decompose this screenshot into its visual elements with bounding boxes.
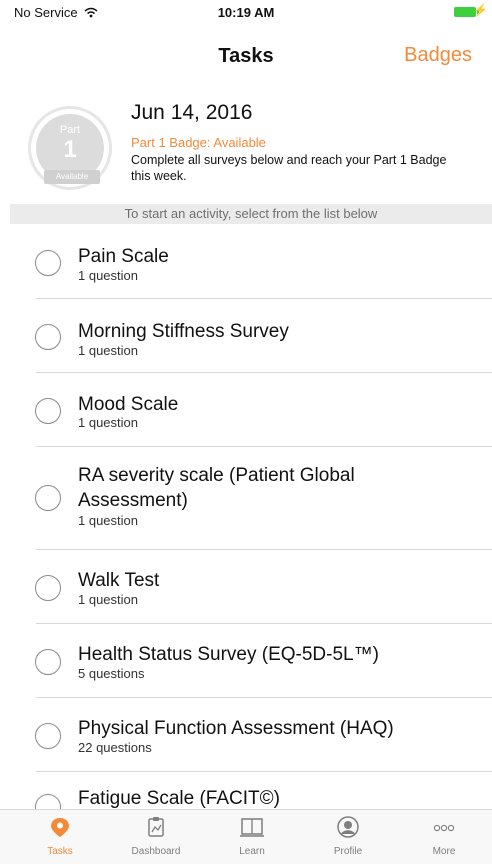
tab-label: Learn <box>239 846 265 857</box>
tab-label: More <box>432 846 456 857</box>
incomplete-circle-icon <box>35 794 61 810</box>
task-subtitle: 22 questions <box>78 740 152 755</box>
tab-more[interactable]: More <box>404 812 484 864</box>
task-item[interactable]: Fatigue Scale (FACIT©) <box>0 772 492 810</box>
task-subtitle: 1 question <box>78 343 138 358</box>
task-subtitle: 1 question <box>78 513 138 528</box>
task-subtitle: 1 question <box>78 592 138 607</box>
incomplete-circle-icon <box>35 250 61 276</box>
badge-part-number: 1 <box>63 136 77 163</box>
map-pin-icon <box>51 818 69 837</box>
task-list: Pain Scale 1 question Morning Stiffness … <box>0 224 492 810</box>
clipboard-icon <box>148 817 164 837</box>
task-title: Morning Stiffness Survey <box>78 321 289 342</box>
task-subtitle: 1 question <box>78 268 138 283</box>
task-item[interactable]: RA severity scale (Patient Global Assess… <box>0 447 492 551</box>
task-item[interactable]: Morning Stiffness Survey 1 question <box>0 299 492 373</box>
tab-label: Profile <box>333 846 363 857</box>
task-title: Walk Test <box>78 570 160 591</box>
incomplete-circle-icon <box>35 398 61 424</box>
incomplete-circle-icon <box>35 485 61 511</box>
task-item[interactable]: Physical Function Assessment (HAQ) 22 qu… <box>0 698 492 772</box>
tab-learn[interactable]: Learn <box>212 812 292 864</box>
task-title: RA severity scale (Patient Global Assess… <box>78 465 355 511</box>
task-title: Fatigue Scale (FACIT©) <box>78 788 280 809</box>
task-item[interactable]: Health Status Survey (EQ-5D-5L™) 5 quest… <box>0 624 492 698</box>
tab-label: Dashboard <box>131 846 181 857</box>
incomplete-circle-icon <box>35 649 61 675</box>
instruction-banner: To start an activity, select from the li… <box>10 204 492 224</box>
badge-date: Jun 14, 2016 <box>131 101 253 124</box>
incomplete-circle-icon <box>35 575 61 601</box>
badge-status: Part 1 Badge: Available <box>131 135 266 150</box>
task-subtitle: 1 question <box>78 415 138 430</box>
tab-dashboard[interactable]: Dashboard <box>116 812 196 864</box>
badges-button[interactable]: Badges <box>404 44 472 67</box>
badge-part-label: Part <box>59 124 81 136</box>
task-item[interactable]: Pain Scale 1 question <box>0 224 492 299</box>
more-dots-icon <box>433 824 455 832</box>
tab-tasks[interactable]: Tasks <box>20 812 100 864</box>
task-title: Health Status Survey (EQ-5D-5L™) <box>78 644 379 665</box>
status-bar: No Service 10:19 AM ⚡ <box>0 0 492 24</box>
task-item[interactable]: Walk Test 1 question <box>0 550 492 624</box>
badge-description: Complete all surveys below and reach you… <box>131 153 447 183</box>
badge-summary: Part 1 Available Jun 14, 2016 Part 1 Bad… <box>0 86 492 204</box>
tab-profile[interactable]: Profile <box>308 812 388 864</box>
navigation-bar: Tasks Badges <box>0 24 492 86</box>
task-title: Mood Scale <box>78 394 179 415</box>
tab-label: Tasks <box>47 846 73 857</box>
badge-ribbon: Available <box>44 170 100 184</box>
task-title: Pain Scale <box>78 246 169 267</box>
profile-icon <box>337 816 359 838</box>
task-item[interactable]: Mood Scale 1 question <box>0 373 492 447</box>
incomplete-circle-icon <box>35 723 61 749</box>
incomplete-circle-icon <box>35 324 61 350</box>
clock: 10:19 AM <box>217 5 275 20</box>
charging-icon: ⚡ <box>473 3 488 17</box>
book-icon <box>240 818 264 837</box>
task-subtitle: 5 questions <box>78 666 145 681</box>
task-title: Physical Function Assessment (HAQ) <box>78 718 394 739</box>
tab-bar: Tasks Dashboard Learn Profile More <box>0 809 492 864</box>
